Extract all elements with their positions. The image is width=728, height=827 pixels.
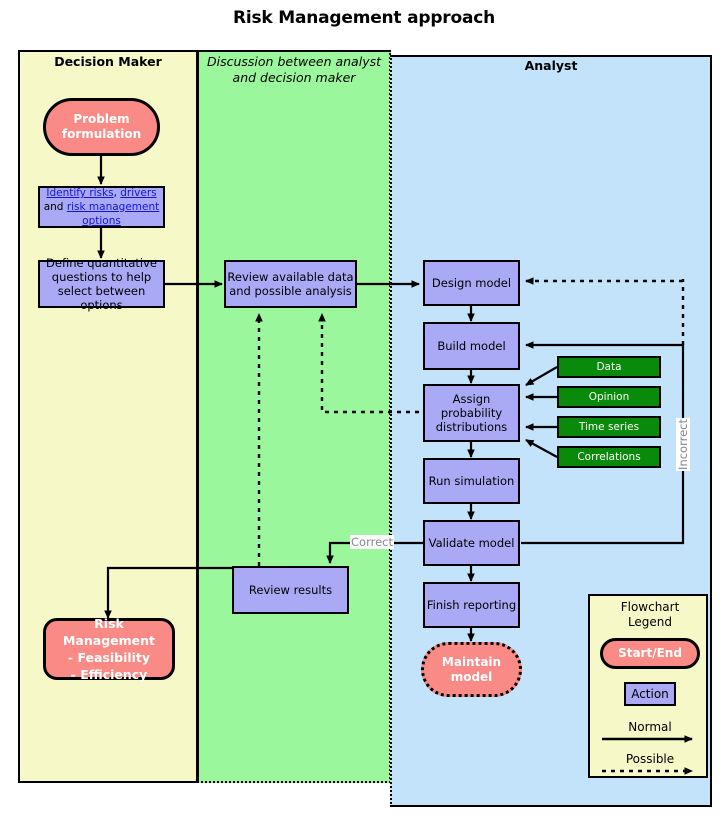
node-design-model[interactable]: Design model — [423, 260, 520, 306]
node-run-simulation[interactable]: Run simulation — [423, 458, 520, 504]
identify-and: and — [43, 201, 67, 213]
flowchart-legend: Flowchart Legend Start/End Action Normal… — [588, 594, 708, 778]
legend-action-label: Action — [631, 687, 669, 701]
node-build-model[interactable]: Build model — [423, 322, 520, 370]
node-problem-formulation[interactable]: Problem formulation — [43, 98, 160, 156]
data-source-time-series[interactable]: Time series — [557, 416, 661, 438]
link-drivers[interactable]: drivers — [120, 187, 156, 199]
node-label: Opinion — [588, 391, 630, 403]
node-label: Review results — [248, 583, 333, 597]
data-source-correlations[interactable]: Correlations — [557, 446, 661, 468]
node-review-available-data[interactable]: Review available data and possible analy… — [224, 260, 357, 308]
identify-text: Identify risks, drivers and risk managem… — [43, 186, 160, 228]
node-label-line-2: - Feasibility — [67, 650, 151, 665]
lane-title-discussion: Discussion between analyst and decision … — [207, 54, 381, 85]
page-title: Risk Management approach — [232, 8, 496, 28]
node-define-questions[interactable]: Define quantitative questions to help se… — [38, 256, 165, 312]
node-label: Run simulation — [428, 474, 515, 488]
node-label: Build model — [437, 339, 506, 353]
link-risk-management-options[interactable]: risk management options — [67, 201, 159, 227]
node-label: Define quantitative questions to help se… — [46, 256, 157, 312]
node-label-line-3: - Efficiency — [70, 667, 148, 682]
data-source-data[interactable]: Data — [557, 356, 661, 378]
node-label: Problem formulation — [61, 112, 142, 141]
node-label: Time series — [578, 421, 640, 433]
lane-discussion — [197, 50, 391, 783]
node-label: Data — [596, 361, 622, 373]
lane-title-analyst: Analyst — [524, 58, 578, 73]
node-label: Correlations — [577, 451, 641, 463]
flowchart-canvas: Risk Management approach Decision Maker … — [0, 0, 728, 827]
node-label: Finish reporting — [426, 598, 517, 612]
node-risk-management[interactable]: Risk Management - Feasibility - Efficien… — [43, 616, 175, 682]
legend-action-shape: Action — [624, 682, 676, 706]
node-maintain-model[interactable]: Maintain model — [421, 642, 522, 697]
node-label: Design model — [431, 276, 512, 290]
legend-start-end-label: Start/End — [618, 646, 682, 660]
node-assign-probability-distributions[interactable]: Assign probability distributions — [423, 384, 520, 442]
edge-label-correct: Correct — [350, 535, 394, 549]
node-label: Maintain model — [441, 654, 502, 684]
edge-label-incorrect: Incorrect — [676, 418, 690, 471]
link-identify-risks[interactable]: Identify risks — [46, 187, 113, 199]
lane-title-decision-maker: Decision Maker — [54, 54, 162, 69]
data-source-opinion[interactable]: Opinion — [557, 386, 661, 408]
node-identify-risks[interactable]: Identify risks, drivers and risk managem… — [38, 186, 165, 228]
node-label: Validate model — [428, 536, 515, 550]
legend-start-end-shape: Start/End — [600, 638, 700, 669]
node-label-line-1: Risk Management — [62, 616, 155, 648]
node-label: Assign probability distributions — [435, 392, 508, 434]
node-validate-model[interactable]: Validate model — [423, 520, 520, 566]
node-review-results[interactable]: Review results — [232, 566, 349, 614]
node-label: Review available data and possible analy… — [227, 270, 354, 298]
node-finish-reporting[interactable]: Finish reporting — [423, 582, 520, 628]
